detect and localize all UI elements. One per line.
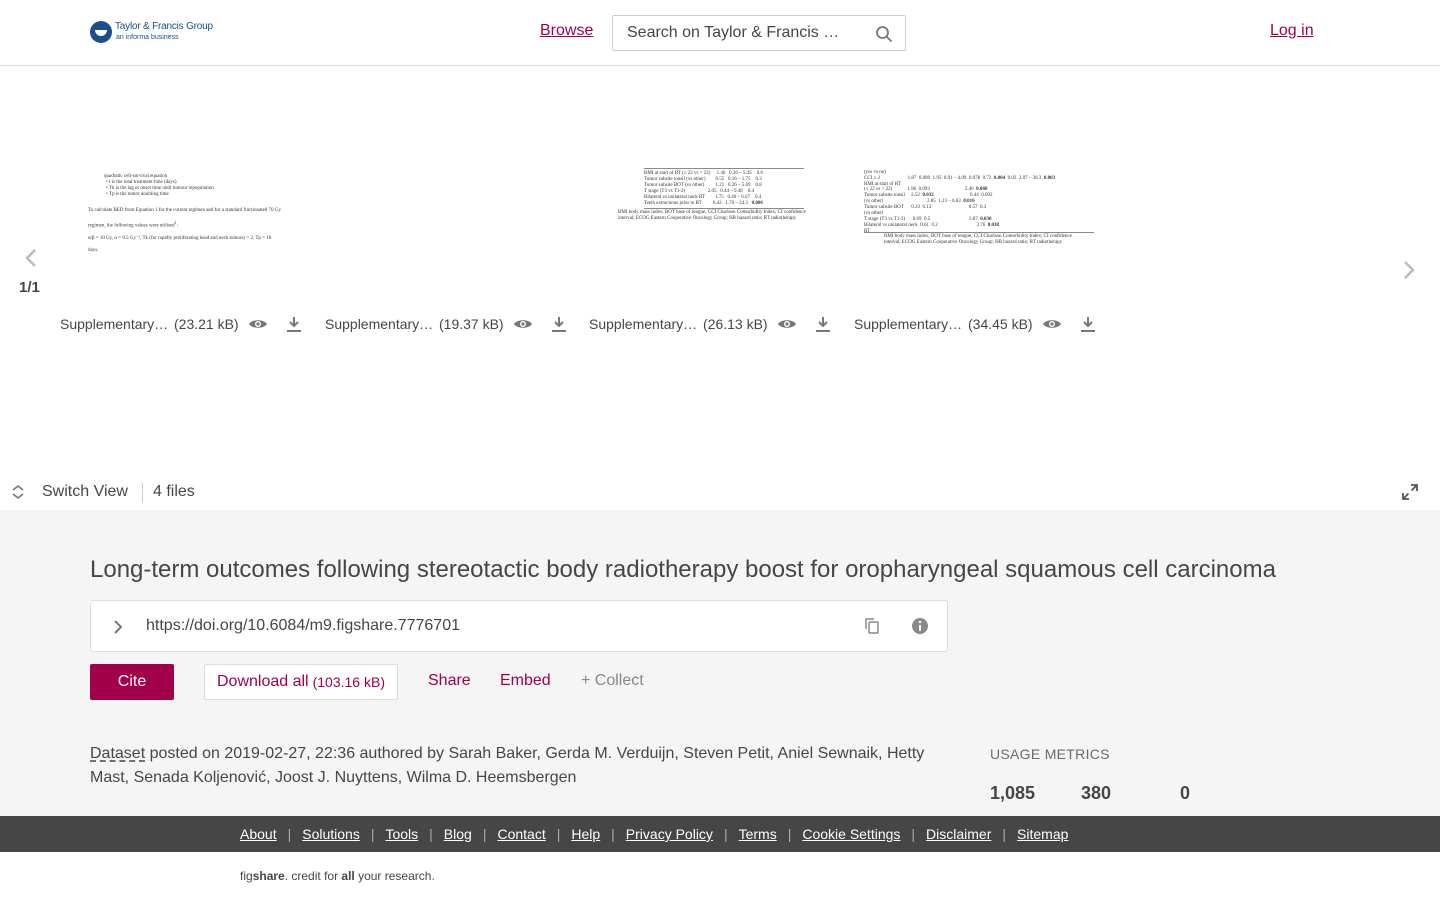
- footer-link-help[interactable]: Help: [571, 826, 600, 842]
- posted-authors: posted on 2019-02-27, 22:36 authored by …: [90, 745, 925, 786]
- file-item: Supplementary… (26.13 kB): [589, 314, 833, 334]
- search-box: [612, 15, 906, 51]
- item-details: Long-term outcomes following stereotacti…: [0, 510, 1440, 816]
- switch-view-icon[interactable]: [10, 484, 26, 500]
- download-icon[interactable]: [813, 314, 833, 334]
- download-icon[interactable]: [284, 314, 304, 334]
- file-item: Supplementary… (23.21 kB): [60, 314, 304, 334]
- usage-citations: 0: [1180, 783, 1191, 803]
- usage-downloads: 380: [1081, 783, 1112, 803]
- figshare-credit: figshare. credit for all your research.: [240, 869, 435, 883]
- site-header: Taylor & Francis Group an informa busine…: [0, 0, 1440, 66]
- logo-subtitle: an informa business: [116, 34, 179, 41]
- chevron-left-icon[interactable]: [20, 246, 42, 270]
- download-icon[interactable]: [549, 314, 569, 334]
- footer-link-terms[interactable]: Terms: [739, 826, 777, 842]
- doi-bar: https://doi.org/10.6084/m9.figshare.7776…: [90, 600, 948, 652]
- item-metadata: Dataset posted on 2019-02-27, 22:36 auth…: [90, 742, 950, 790]
- file-name[interactable]: Supplementary…: [589, 316, 698, 332]
- download-all-button[interactable]: Download all (103.16 kB): [204, 664, 398, 700]
- login-link[interactable]: Log in: [1270, 22, 1314, 40]
- logo-title: Taylor & Francis Group: [115, 21, 213, 32]
- file-item: Supplementary… (34.45 kB): [854, 314, 1098, 334]
- footer-link-contact[interactable]: Contact: [497, 826, 545, 842]
- file-name[interactable]: Supplementary…: [854, 316, 963, 332]
- usage-views: 1,085: [990, 783, 1036, 803]
- chevron-right-icon[interactable]: [111, 617, 125, 637]
- file-size: (19.37 kB): [439, 316, 504, 332]
- footer-link-blog[interactable]: Blog: [444, 826, 472, 842]
- footer-link-about[interactable]: About: [240, 826, 277, 842]
- site-footer: About | Solutions | Tools | Blog | Contact | …: [0, 816, 1440, 852]
- viewer-toolbar: Switch View 4 files: [0, 478, 1440, 508]
- footer-link-disclaimer[interactable]: Disclaimer: [926, 826, 991, 842]
- footer-link-solutions[interactable]: Solutions: [302, 826, 360, 842]
- collect-button[interactable]: + Collect: [581, 672, 644, 690]
- doi-link[interactable]: https://doi.org/10.6084/m9.figshare.7776…: [146, 617, 460, 635]
- fullscreen-icon[interactable]: [1402, 484, 1418, 500]
- files-count: 4 files: [153, 483, 195, 500]
- share-button[interactable]: Share: [428, 672, 471, 690]
- footer-link-cookies[interactable]: Cookie Settings: [802, 826, 900, 842]
- file-item: Supplementary… (19.37 kB): [325, 314, 569, 334]
- preview-eye-icon[interactable]: [248, 314, 268, 334]
- usage-metrics-title: USAGE METRICS: [990, 746, 1110, 762]
- browse-link[interactable]: Browse: [540, 22, 593, 40]
- footer-links: About | Solutions | Tools | Blog | Contact | …: [240, 826, 1069, 842]
- search-input[interactable]: [627, 24, 847, 42]
- switch-view-button[interactable]: Switch View: [42, 483, 128, 501]
- download-all-label: Download all: [217, 673, 309, 690]
- page-title: Long-term outcomes following stereotacti…: [90, 556, 1276, 583]
- file-thumbnail[interactable]: (yes vs no) CCI ≥ 2 1.87 0.089 1.95 0.91…: [862, 168, 1098, 258]
- page-counter: 1/1: [19, 279, 40, 296]
- preview-eye-icon[interactable]: [777, 314, 797, 334]
- preview-eye-icon[interactable]: [513, 314, 533, 334]
- preview-eye-icon[interactable]: [1042, 314, 1062, 334]
- divider: [142, 483, 143, 502]
- download-all-size: (103.16 kB): [312, 674, 385, 690]
- cite-button[interactable]: Cite: [90, 664, 174, 700]
- logo-mark-icon: [90, 21, 112, 43]
- download-icon[interactable]: [1078, 314, 1098, 334]
- search-icon[interactable]: [875, 25, 893, 43]
- file-thumbnail[interactable]: BMI at start of RT (≤ 22 vs > 22) 1.46 0…: [618, 168, 818, 258]
- chevron-right-icon[interactable]: [1398, 258, 1420, 282]
- copy-icon[interactable]: [863, 617, 881, 635]
- footer-link-privacy[interactable]: Privacy Policy: [626, 826, 713, 842]
- file-thumbnail[interactable]: quadratic cell-survival equation • t is …: [88, 168, 288, 258]
- info-icon[interactable]: [911, 617, 929, 635]
- item-type[interactable]: Dataset: [90, 745, 145, 762]
- taylor-francis-logo[interactable]: Taylor & Francis Group an informa busine…: [90, 21, 213, 43]
- footer-link-tools[interactable]: Tools: [385, 826, 418, 842]
- file-size: (34.45 kB): [968, 316, 1033, 332]
- file-size: (26.13 kB): [703, 316, 768, 332]
- file-name[interactable]: Supplementary…: [60, 316, 169, 332]
- embed-button[interactable]: Embed: [500, 672, 551, 690]
- file-size: (23.21 kB): [174, 316, 239, 332]
- footer-link-sitemap[interactable]: Sitemap: [1017, 826, 1068, 842]
- file-name[interactable]: Supplementary…: [325, 316, 434, 332]
